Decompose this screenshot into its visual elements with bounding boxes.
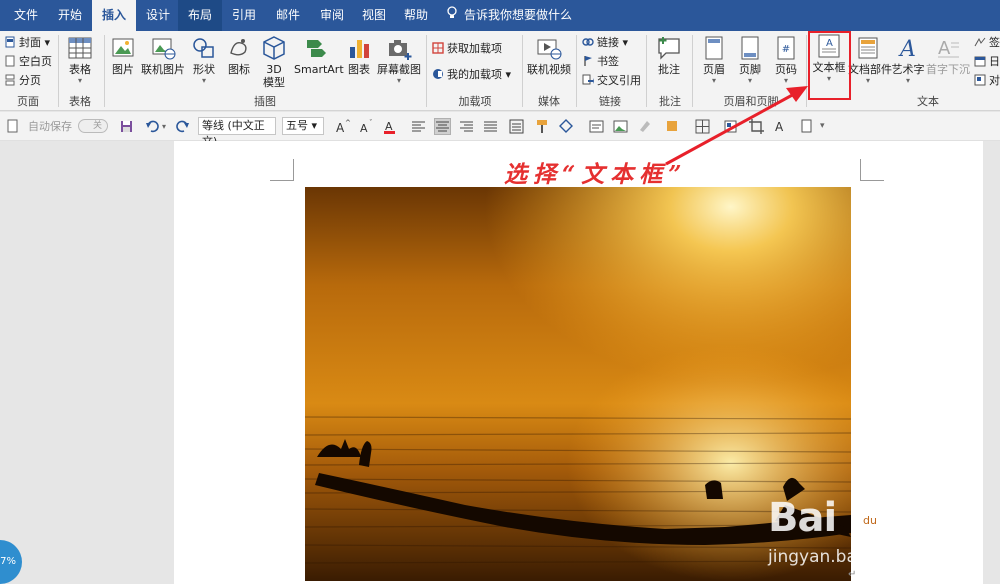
annotation-arrow xyxy=(665,86,808,166)
word-window: 文件 开始 插入 设计 布局 引用 邮件 审阅 视图 帮助 告诉我你想要做什么 … xyxy=(0,0,1000,584)
